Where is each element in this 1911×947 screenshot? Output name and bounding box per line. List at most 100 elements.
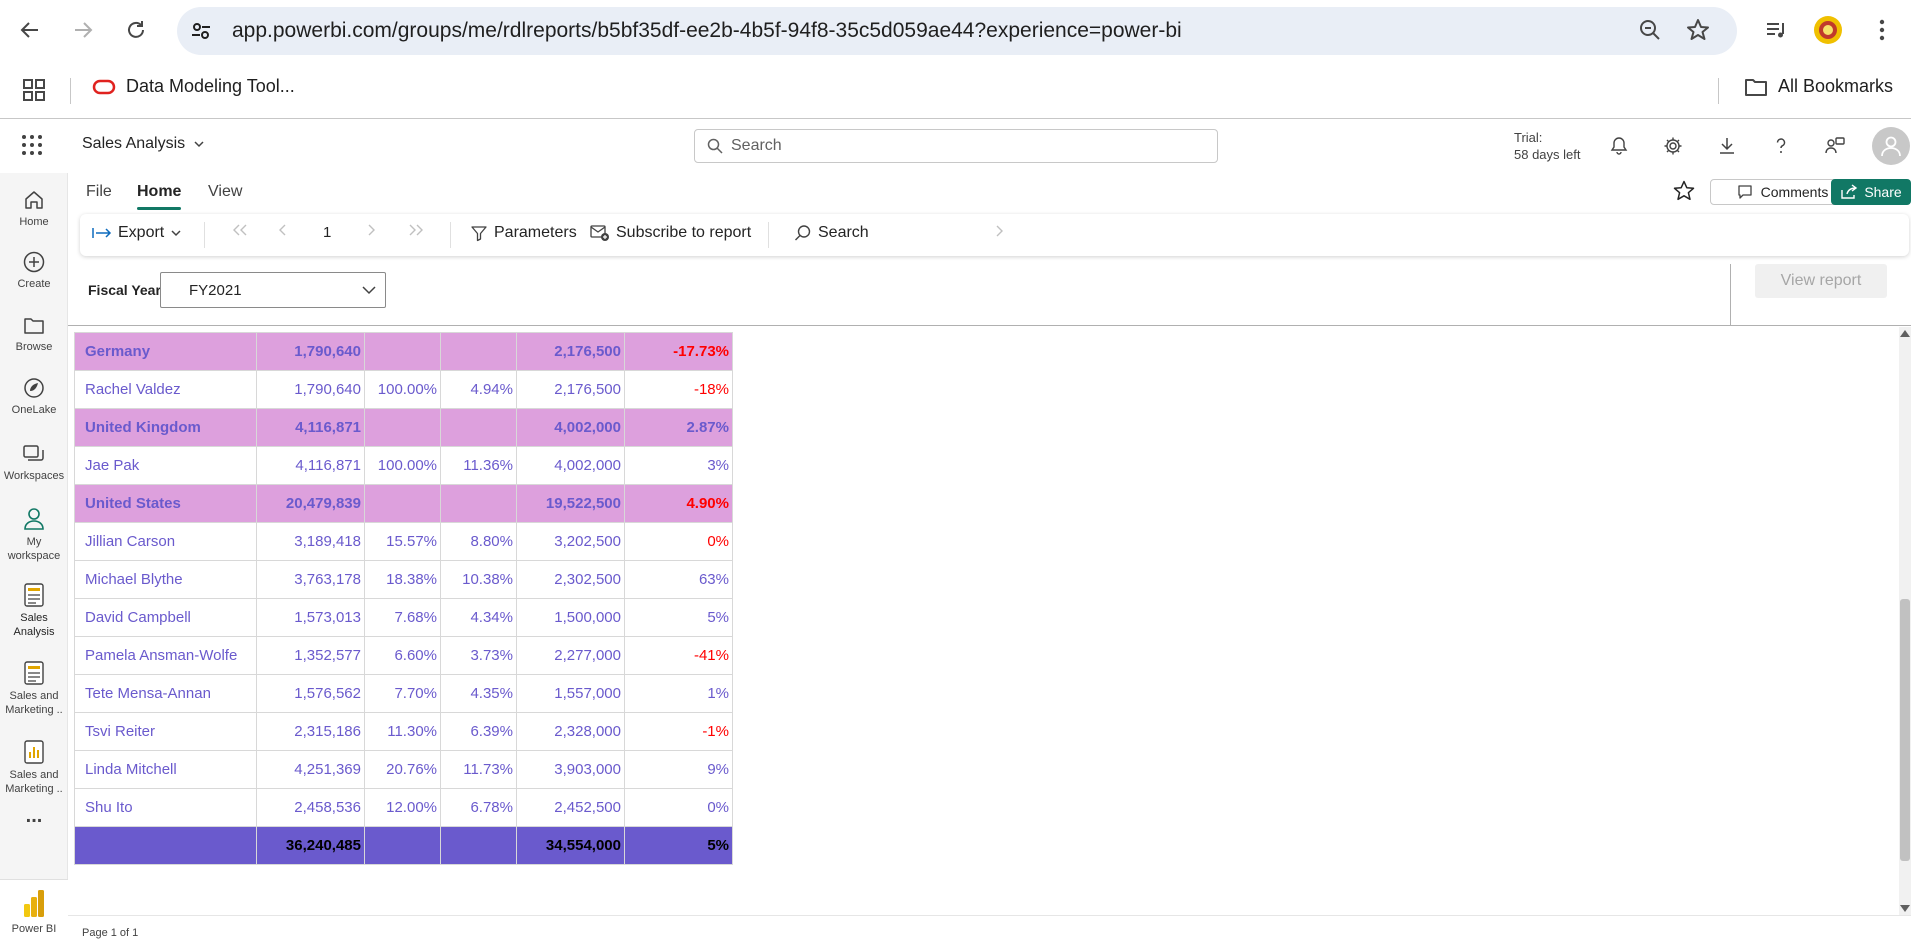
nav-sales-marketing-dashboard[interactable]: Sales and Marketing ..	[0, 734, 68, 796]
pct-of-country-cell: 7.68%	[364, 598, 441, 637]
nav-my-workspace[interactable]: My workspace	[0, 501, 68, 563]
site-info-icon[interactable]	[187, 17, 215, 45]
search-next-icon[interactable]	[994, 224, 1004, 238]
bookmarks-bar: Data Modeling Tool... All Bookmarks	[0, 64, 1911, 119]
sales-cell: 1,790,640	[256, 370, 365, 409]
export-button[interactable]: Export	[92, 224, 182, 242]
back-icon[interactable]	[14, 14, 46, 46]
download-icon[interactable]	[1712, 131, 1742, 161]
view-report-button[interactable]: View report	[1755, 264, 1887, 298]
zoom-icon[interactable]	[1637, 17, 1663, 48]
browser-menu-icon[interactable]	[1866, 14, 1898, 46]
help-icon[interactable]	[1766, 131, 1796, 161]
chevron-down-icon	[171, 230, 181, 237]
search-input[interactable]: Search	[694, 129, 1218, 163]
settings-gear-icon[interactable]	[1658, 131, 1688, 161]
comment-icon	[1738, 185, 1752, 199]
browser-toolbar: app.powerbi.com/groups/me/rdlreports/b5b…	[0, 0, 1911, 64]
url-text[interactable]: app.powerbi.com/groups/me/rdlreports/b5b…	[232, 19, 1182, 43]
nav-sales-analysis-label-2: Analysis	[13, 626, 55, 638]
total-empty-cell	[74, 826, 257, 865]
scroll-up-arrow-icon[interactable]	[1900, 330, 1910, 337]
parameter-divider	[1730, 264, 1731, 326]
parameters-button[interactable]: Parameters	[470, 224, 577, 242]
feedback-icon[interactable]	[1820, 131, 1850, 161]
pct-of-country-cell: 100.00%	[364, 370, 441, 409]
salesperson-row: Tsvi Reiter 2,315,186 11.30% 6.39% 2,328,000…	[74, 712, 733, 751]
salesperson-row: Shu Ito 2,458,536 12.00% 6.78% 2,452,500 0%	[74, 788, 733, 827]
nav-sales-marketing-report[interactable]: Sales and Marketing ..	[0, 655, 68, 717]
name-cell: United Kingdom	[74, 408, 257, 447]
report-title-dropdown[interactable]: Sales Analysis	[82, 135, 205, 153]
total-empty-cell	[364, 826, 441, 865]
nav-sales-marketing-label-2: Marketing ..	[5, 783, 63, 795]
bar-chart-report-icon	[0, 734, 68, 764]
nav-create[interactable]: Create	[0, 243, 68, 291]
nav-browse[interactable]: Browse	[0, 306, 68, 354]
pct-of-total-cell: 8.80%	[440, 522, 517, 561]
powerbi-label: Power BI	[11, 923, 57, 935]
profile-avatar-icon[interactable]	[1812, 14, 1844, 46]
all-bookmarks[interactable]: All Bookmarks	[1744, 76, 1893, 97]
nav-sales-analysis[interactable]: Sales Analysis	[0, 577, 68, 639]
pct-of-total-cell: 11.36%	[440, 446, 517, 485]
page-number-input[interactable]: 1	[323, 224, 331, 241]
my-workspace-icon	[0, 501, 68, 531]
home-icon	[0, 181, 68, 211]
bookmark-data-modeling[interactable]: Data Modeling Tool...	[92, 76, 295, 97]
total-sales-cell: 36,240,485	[256, 826, 365, 865]
pct-of-country-cell: 12.00%	[364, 788, 441, 827]
nav-workspaces[interactable]: Workspaces	[0, 435, 68, 483]
app-launcher-icon[interactable]	[20, 133, 44, 162]
report-search-input[interactable]: Search	[794, 224, 869, 242]
last-page-icon[interactable]	[408, 224, 424, 236]
tab-file[interactable]: File	[86, 183, 112, 201]
report-toolbar: Export 1 Parameters Subscribe to report …	[80, 214, 1909, 256]
tab-home[interactable]: Home	[137, 183, 182, 210]
search-placeholder: Search	[731, 137, 782, 154]
next-page-icon[interactable]	[366, 224, 376, 236]
user-avatar[interactable]	[1872, 127, 1910, 165]
address-bar[interactable]: app.powerbi.com/groups/me/rdlreports/b5b…	[177, 7, 1737, 55]
bookmark-star-icon[interactable]	[1685, 17, 1711, 48]
powerbi-switcher[interactable]: Power BI	[0, 879, 68, 947]
share-button[interactable]: Share	[1831, 179, 1911, 205]
nav-my-workspace-label-2: workspace	[7, 550, 61, 562]
previous-page-icon[interactable]	[278, 224, 288, 236]
apps-grid-icon[interactable]	[22, 78, 46, 107]
nav-sales-marketing-label-1: Sales and	[9, 769, 59, 781]
bookmarks-divider	[1718, 78, 1719, 104]
fiscal-year-dropdown[interactable]: FY2021	[160, 272, 386, 308]
favorite-star-icon[interactable]	[1672, 179, 1696, 208]
nav-more-button[interactable]: ...	[0, 806, 68, 826]
scrollbar-thumb[interactable]	[1900, 599, 1910, 861]
name-cell: Shu Ito	[74, 788, 257, 827]
forward-icon[interactable]	[67, 14, 99, 46]
nav-sales-marketing-label-2: Marketing ..	[5, 704, 63, 716]
variance-cell: 5%	[624, 598, 733, 637]
bookmark-label: Data Modeling Tool...	[126, 76, 295, 96]
report-vertical-scrollbar[interactable]	[1899, 327, 1911, 915]
variance-cell: -18%	[624, 370, 733, 409]
notifications-bell-icon[interactable]	[1604, 131, 1634, 161]
create-plus-icon	[0, 243, 68, 273]
nav-home-label: Home	[19, 216, 49, 228]
subscribe-button[interactable]: Subscribe to report	[590, 224, 751, 242]
scroll-down-arrow-icon[interactable]	[1900, 905, 1910, 912]
nav-home[interactable]: Home	[0, 181, 68, 229]
media-queue-icon[interactable]	[1760, 14, 1792, 46]
nav-onelake[interactable]: OneLake	[0, 369, 68, 417]
pct-of-total-cell: 4.94%	[440, 370, 517, 409]
pct-of-country-cell	[364, 408, 441, 447]
tab-view[interactable]: View	[208, 183, 242, 201]
filter-icon	[471, 226, 487, 242]
salesperson-row: Pamela Ansman-Wolfe 1,352,577 6.60% 3.73% 2,…	[74, 636, 733, 675]
pct-of-country-cell: 6.60%	[364, 636, 441, 675]
toolbar-divider	[204, 222, 205, 248]
report-search-placeholder: Search	[818, 224, 869, 241]
trial-label: Trial:	[1514, 130, 1543, 145]
first-page-icon[interactable]	[232, 224, 248, 236]
reload-icon[interactable]	[120, 14, 152, 46]
trial-status[interactable]: Trial: 58 days left	[1514, 129, 1581, 163]
nav-sales-analysis-label-1: Sales	[20, 612, 48, 624]
